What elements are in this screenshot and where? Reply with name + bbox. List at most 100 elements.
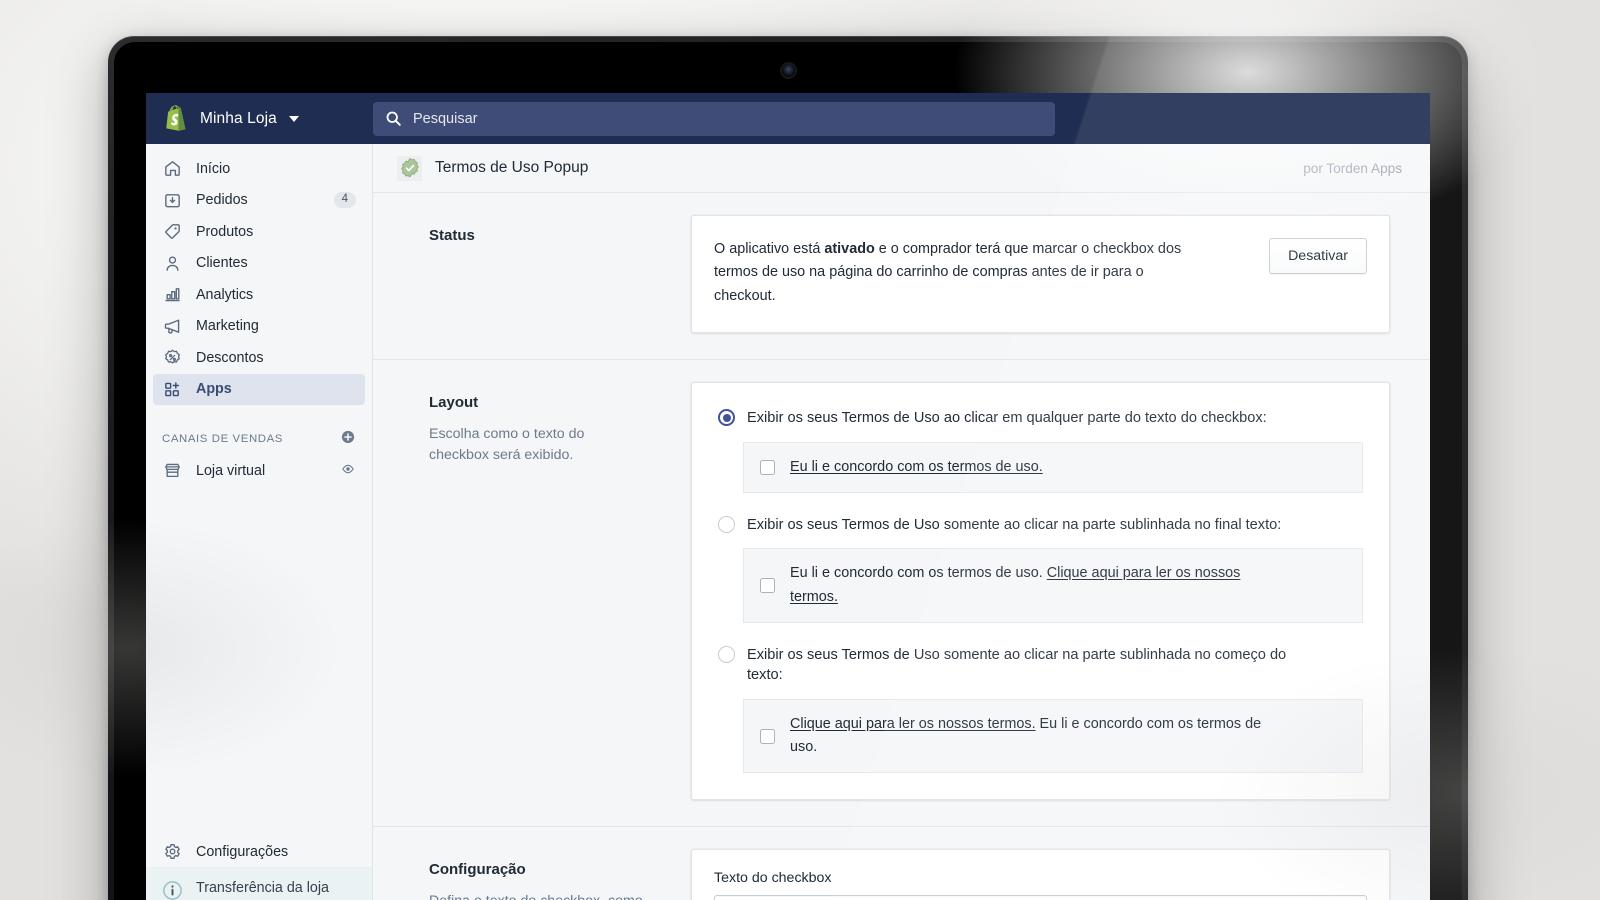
megaphone-icon [162, 316, 183, 337]
preview-text: Eu li e concordo com os termos de uso. C… [790, 562, 1290, 608]
radio-button-option-1[interactable] [718, 409, 735, 427]
layout-section: Layout Escolha como o texto do checkbox … [373, 360, 1430, 828]
chevron-down-icon [288, 115, 299, 122]
layout-section-left: Layout Escolha como o texto do checkbox … [373, 360, 691, 826]
layout-option-1-label: Exibir os seus Termos de Uso ao clicar e… [747, 409, 1267, 426]
sidebar-item-pedidos[interactable]: Pedidos 4 [153, 185, 365, 217]
layout-option-1: Exibir os seus Termos de Uso ao clicar e… [718, 408, 1363, 493]
app-author-label: por Torden Apps [1303, 160, 1402, 176]
status-section-right: O aplicativo está ativado e o comprador … [691, 193, 1390, 359]
orders-inbox-icon [162, 190, 183, 211]
preview-checkbox[interactable] [760, 728, 775, 744]
layout-option-2-preview: Eu li e concordo com os termos de uso. C… [743, 548, 1363, 623]
search-area: Pesquisar [373, 101, 1430, 136]
orders-count-badge: 4 [333, 192, 356, 209]
apps-grid-plus-icon [162, 379, 183, 400]
layout-section-description: Escolha como o texto do checkbox será ex… [429, 425, 585, 463]
sidebar-item-label: Loja virtual [196, 462, 266, 479]
sidebar-item-label: Descontos [196, 349, 264, 366]
preview-text: Eu li e concordo com os termos de uso. [790, 456, 1043, 479]
checkbox-text-input[interactable] [714, 895, 1367, 900]
preview-checkbox[interactable] [760, 459, 775, 475]
store-switcher[interactable]: Minha Loja [146, 93, 373, 144]
status-section: Status O aplicativo está ativado e o com… [373, 193, 1430, 360]
layout-option-3: Exibir os seus Termos de Uso somente ao … [718, 645, 1363, 774]
screen-viewport: Minha Loja Pesquisar Início Pedidos 4 Pr… [146, 93, 1430, 900]
sidebar-item-label: Marketing [196, 318, 259, 335]
layout-option-1-row[interactable]: Exibir os seus Termos de Uso ao clicar e… [718, 408, 1363, 429]
sidebar-item-label: Configurações [196, 843, 289, 860]
layout-section-title: Layout [429, 393, 479, 411]
app-header-bar: Termos de Uso Popup por Torden Apps [373, 144, 1430, 193]
eye-icon[interactable] [340, 461, 356, 481]
home-icon [162, 158, 183, 179]
info-circle-icon [162, 880, 183, 900]
search-icon [386, 111, 401, 126]
main-content: Termos de Uso Popup por Torden Apps Stat… [373, 144, 1430, 900]
top-bar: Minha Loja Pesquisar [146, 93, 1430, 144]
gear-icon [162, 841, 183, 862]
bar-chart-icon [162, 284, 183, 305]
tag-icon [162, 221, 183, 242]
preview-checkbox[interactable] [760, 578, 775, 594]
store-name-label: Minha Loja [200, 109, 277, 127]
sidebar-primary-list: Início Pedidos 4 Produtos Clientes Analy… [146, 144, 372, 405]
sidebar-item-analytics[interactable]: Analytics [153, 279, 365, 311]
layout-option-1-preview: Eu li e concordo com os termos de uso. [743, 441, 1363, 493]
sidebar-bottom-group: Configurações Transferência da loja de [146, 836, 372, 900]
preview-underlined-link[interactable]: Clique aqui para ler os nossos termos. [790, 716, 1036, 732]
status-section-left: Status [373, 193, 691, 359]
config-section-title: Configuração [429, 861, 526, 879]
sidebar-item-clientes[interactable]: Clientes [153, 248, 365, 280]
sales-channels-label: CANAIS DE VENDAS [162, 432, 284, 445]
sidebar-item-apps[interactable]: Apps [153, 373, 365, 405]
sidebar-item-label: Produtos [196, 223, 254, 240]
laptop-device: Minha Loja Pesquisar Início Pedidos 4 Pr… [108, 36, 1468, 900]
sidebar-item-descontos[interactable]: Descontos [153, 342, 365, 374]
status-message: O aplicativo está ativado e o comprador … [714, 238, 1184, 308]
layout-options-card: Exibir os seus Termos de Uso ao clicar e… [691, 381, 1390, 801]
store-transfer-label: Transferência da loja desativada [196, 880, 329, 900]
config-section-left: Configuração Defina o texto do checkbox,… [373, 827, 691, 900]
search-placeholder: Pesquisar [413, 110, 478, 127]
status-text-before: O aplicativo está [714, 241, 825, 257]
status-text-bold: ativado [824, 241, 875, 257]
app-title-group: Termos de Uso Popup [397, 155, 589, 181]
layout-option-2: Exibir os seus Termos de Uso somente ao … [718, 515, 1363, 623]
layout-section-right: Exibir os seus Termos de Uso ao clicar e… [691, 360, 1390, 826]
preview-text: Clique aqui para ler os nossos termos. E… [790, 713, 1290, 759]
sidebar-item-label: Analytics [196, 286, 254, 303]
deactivate-button[interactable]: Desativar [1269, 238, 1367, 274]
radio-button-option-3[interactable] [718, 646, 735, 664]
page-title: Termos de Uso Popup [435, 159, 589, 176]
checkbox-text-label: Texto do checkbox [714, 870, 832, 887]
config-section-right: Texto do checkbox [691, 827, 1390, 900]
preview-underlined-link[interactable]: Eu li e concordo com os termos de uso. [790, 459, 1043, 475]
green-seal-check-icon [397, 155, 422, 181]
sidebar-nav: Início Pedidos 4 Produtos Clientes Analy… [146, 144, 373, 900]
plus-circle-icon[interactable] [340, 429, 356, 448]
sidebar-item-label: Pedidos [196, 192, 248, 209]
person-icon [162, 253, 183, 274]
store-transfer-banner[interactable]: Transferência da loja desativada [146, 867, 372, 900]
sales-channels-heading: CANAIS DE VENDAS [162, 429, 356, 448]
status-card: O aplicativo está ativado e o comprador … [691, 215, 1390, 333]
search-input[interactable]: Pesquisar [373, 101, 1055, 136]
config-card: Texto do checkbox [691, 849, 1390, 900]
layout-option-3-preview: Clique aqui para ler os nossos termos. E… [743, 699, 1363, 774]
sidebar-item-configuracoes[interactable]: Configurações [153, 836, 365, 868]
discount-percent-icon [162, 347, 183, 368]
photo-backdrop: Minha Loja Pesquisar Início Pedidos 4 Pr… [0, 0, 1600, 900]
sidebar-item-produtos[interactable]: Produtos [153, 216, 365, 248]
app-body: Início Pedidos 4 Produtos Clientes Analy… [146, 144, 1430, 900]
layout-option-3-row[interactable]: Exibir os seus Termos de Uso somente ao … [718, 645, 1363, 686]
config-section-description: Defina o texto do checkbox, como você qu… [429, 891, 645, 900]
sidebar-item-label: Clientes [196, 255, 248, 272]
storefront-icon [162, 460, 183, 481]
radio-button-option-2[interactable] [718, 516, 735, 534]
layout-option-2-label: Exibir os seus Termos de Uso somente ao … [747, 516, 1282, 533]
sidebar-item-loja-virtual[interactable]: Loja virtual [153, 455, 365, 487]
sidebar-item-inicio[interactable]: Início [153, 153, 365, 185]
sidebar-item-marketing[interactable]: Marketing [153, 311, 365, 343]
layout-option-2-row[interactable]: Exibir os seus Termos de Uso somente ao … [718, 515, 1363, 536]
